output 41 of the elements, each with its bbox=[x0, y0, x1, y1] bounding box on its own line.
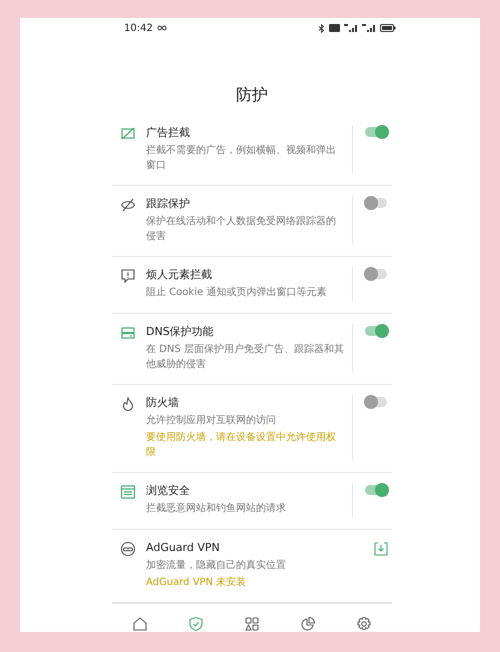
feature-title: DNS保护功能 bbox=[146, 324, 215, 340]
feature-title: AdGuard VPN bbox=[146, 540, 221, 556]
bluetooth-icon bbox=[318, 24, 325, 32]
crossed-screen-icon bbox=[120, 126, 136, 142]
feature-description: 阻止 Cookie 通知或页内弹出窗口等元素 bbox=[146, 286, 328, 300]
infinity-icon bbox=[156, 25, 167, 31]
feature-title: 防火墙 bbox=[146, 395, 180, 411]
feature-description: 保护在线活动和个人数据免受网络跟踪器的侵害 bbox=[146, 214, 337, 244]
feature-description: 拦截恶意网站和钓鱼网站的请求 bbox=[146, 502, 287, 516]
toggle-switch[interactable] bbox=[365, 485, 387, 495]
flame-icon bbox=[120, 396, 136, 412]
server-icon bbox=[120, 325, 136, 341]
speech-bubble-icon bbox=[120, 268, 136, 284]
feature-title: 广告拦截 bbox=[146, 125, 191, 141]
toggle-switch[interactable] bbox=[365, 269, 387, 279]
warning-text: 要使用防火墙，请在设备设置中允许使用权限 bbox=[146, 430, 337, 460]
toggle-switch[interactable] bbox=[365, 397, 387, 407]
browser-window-icon bbox=[120, 484, 136, 500]
feature-title: 浏览安全 bbox=[146, 483, 191, 499]
signal-icon bbox=[344, 24, 358, 32]
feature-title: 跟踪保护 bbox=[146, 196, 191, 212]
download-icon[interactable] bbox=[374, 542, 388, 556]
crossed-eye-icon bbox=[120, 197, 136, 213]
warning-text: AdGuard VPN 未安装 bbox=[146, 576, 248, 590]
toggle-switch[interactable] bbox=[365, 326, 387, 336]
feature-description: 加密流量，隐藏自己的真实位置 bbox=[146, 558, 287, 573]
feature-description: 在 DNS 层面保护用户免受广告、跟踪器和其他威胁的侵害 bbox=[146, 342, 344, 372]
settings-icon[interactable] bbox=[356, 616, 372, 632]
home-icon[interactable] bbox=[132, 616, 148, 632]
page-title: 防护 bbox=[235, 85, 269, 105]
shield-icon[interactable] bbox=[188, 616, 204, 632]
toggle-switch[interactable] bbox=[365, 198, 387, 208]
grid-icon[interactable] bbox=[244, 616, 260, 632]
status-time: 10:42 bbox=[124, 22, 153, 34]
pie-chart-icon[interactable] bbox=[300, 616, 316, 632]
toggle-switch[interactable] bbox=[365, 127, 387, 137]
feature-description: 允许控制应用对互联网的访问 bbox=[146, 414, 277, 428]
battery-icon bbox=[380, 24, 396, 32]
feature-title: 烦人元素拦截 bbox=[146, 267, 213, 283]
signal-icon bbox=[362, 24, 376, 32]
feature-description: 拦截不需要的广告，例如横幅、视频和弹出窗口 bbox=[146, 144, 337, 173]
